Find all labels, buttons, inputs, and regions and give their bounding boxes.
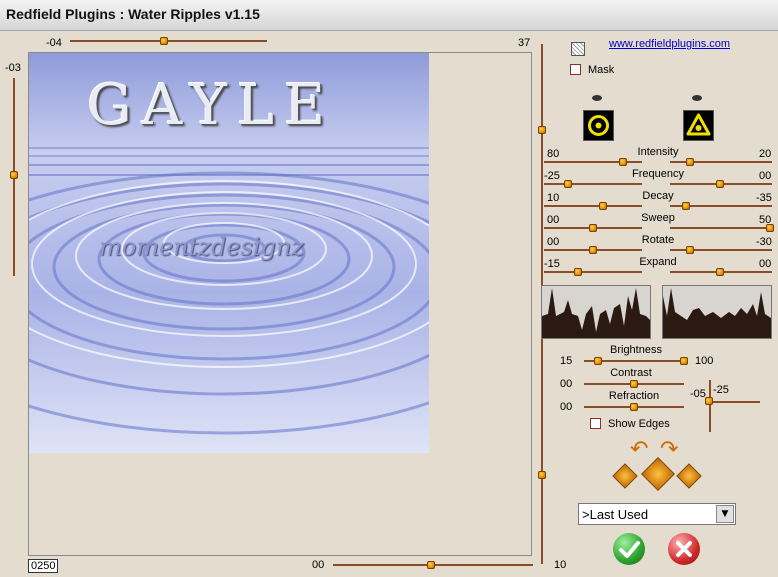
- refraction-knob[interactable]: [630, 403, 638, 411]
- param-left-slider[interactable]: [544, 205, 642, 207]
- redo-icon[interactable]: ↷: [660, 439, 678, 461]
- eye-icon[interactable]: [692, 95, 702, 101]
- preset-selected-value: >Last Used: [582, 507, 649, 522]
- param-left-slider[interactable]: [544, 183, 642, 185]
- light-y-track[interactable]: [709, 380, 711, 432]
- right-vertical-slider-knob-upper[interactable]: [538, 126, 546, 134]
- triangle-ripple-icon: [686, 113, 711, 136]
- param-right-knob[interactable]: [716, 180, 724, 188]
- waveform-preview-left: [541, 285, 651, 339]
- preview-watermark: momentzdesignz: [99, 233, 304, 261]
- left-slider-knob[interactable]: [10, 171, 18, 179]
- param-name-decay: Decay: [642, 190, 674, 202]
- param-left-slider[interactable]: [544, 161, 642, 163]
- contrast-value: 00: [560, 378, 573, 390]
- param-name-intensity: Intensity: [637, 146, 679, 158]
- parameter-list: Intensity 80 20 Frequency -25 00 Decay 1…: [540, 146, 776, 276]
- param-left-value: -25: [544, 170, 560, 182]
- contrast-knob[interactable]: [630, 380, 638, 388]
- param-left-value: 00: [547, 236, 560, 248]
- website-link[interactable]: www.redfieldplugins.com: [609, 38, 730, 50]
- light-x-value: -05: [690, 388, 706, 400]
- random-small-right-icon[interactable]: [676, 463, 702, 489]
- brightness-knob-low[interactable]: [594, 357, 602, 365]
- right-vertical-slider-knob-lower[interactable]: [538, 471, 546, 479]
- close-icon: [676, 541, 692, 557]
- param-right-knob[interactable]: [686, 246, 694, 254]
- param-left-knob[interactable]: [599, 202, 607, 210]
- param-left-knob[interactable]: [619, 158, 627, 166]
- param-left-value: 10: [547, 192, 560, 204]
- randomize-icon[interactable]: [641, 457, 675, 491]
- circle-ripple-button[interactable]: [583, 110, 614, 141]
- param-right-knob[interactable]: [682, 202, 690, 210]
- waveform-right-graphic: [663, 288, 771, 338]
- param-right-knob[interactable]: [716, 268, 724, 276]
- param-right-value: 20: [759, 148, 772, 160]
- light-position-knob[interactable]: [705, 397, 713, 405]
- mask-checkbox[interactable]: [570, 64, 581, 75]
- param-left-value: 80: [547, 148, 560, 160]
- eye-icon[interactable]: [592, 95, 602, 101]
- right-vertical-slider-value: 10: [554, 559, 567, 571]
- refraction-label: Refraction: [608, 390, 660, 402]
- param-right-slider[interactable]: [670, 227, 772, 229]
- chevron-down-icon[interactable]: ▼: [716, 505, 734, 523]
- brightness-max-value: 100: [695, 355, 714, 367]
- top-slider-max-label: 37: [518, 37, 531, 49]
- brightness-knob-high[interactable]: [680, 357, 688, 365]
- param-right-value: -35: [756, 192, 772, 204]
- param-name-sweep: Sweep: [641, 212, 675, 224]
- contrast-label: Contrast: [610, 367, 652, 379]
- param-right-value: 00: [759, 170, 772, 182]
- param-left-knob[interactable]: [589, 224, 597, 232]
- preview-title-text: GAYLE: [87, 73, 335, 138]
- zoom-readout[interactable]: 0250: [28, 559, 59, 573]
- preview-frame[interactable]: GAYLE momentzdesignz: [28, 52, 532, 556]
- param-name-rotate: Rotate: [641, 234, 675, 246]
- random-small-left-icon[interactable]: [612, 463, 638, 489]
- show-edges-label: Show Edges: [608, 418, 670, 430]
- left-slider-value: -03: [5, 62, 21, 74]
- top-slider-track[interactable]: [70, 40, 267, 42]
- param-name-expand: Expand: [639, 256, 677, 268]
- param-right-knob[interactable]: [686, 158, 694, 166]
- param-left-value: 00: [547, 214, 560, 226]
- param-left-knob[interactable]: [564, 180, 572, 188]
- param-left-value: -15: [544, 258, 560, 270]
- light-y-value: -25: [713, 384, 729, 396]
- checkmark-icon: [619, 541, 640, 558]
- param-right-value: 00: [759, 258, 772, 270]
- title-bar: Redfield Plugins : Water Ripples v1.15: [0, 0, 778, 31]
- circle-ripple-icon: [588, 115, 609, 136]
- triangle-ripple-button[interactable]: [683, 110, 714, 141]
- preset-select[interactable]: >Last Used ▼: [578, 503, 736, 525]
- cancel-button[interactable]: [668, 533, 700, 565]
- top-slider-min-label: -04: [46, 37, 62, 49]
- brightness-label: Brightness: [610, 344, 662, 356]
- ok-button[interactable]: [613, 533, 645, 565]
- param-right-value: -30: [756, 236, 772, 248]
- bottom-slider-value: 00: [312, 559, 325, 571]
- random-seed-icon[interactable]: [571, 42, 585, 56]
- window-title: Redfield Plugins : Water Ripples v1.15: [6, 6, 260, 22]
- param-name-frequency: Frequency: [632, 168, 684, 180]
- show-edges-checkbox[interactable]: [590, 418, 601, 429]
- mask-label: Mask: [588, 64, 615, 76]
- param-right-knob[interactable]: [766, 224, 774, 232]
- refraction-value: 00: [560, 401, 573, 413]
- brightness-min-value: 15: [560, 355, 573, 367]
- bottom-slider-knob[interactable]: [427, 561, 435, 569]
- param-left-knob[interactable]: [589, 246, 597, 254]
- top-slider-knob[interactable]: [160, 37, 168, 45]
- param-left-knob[interactable]: [574, 268, 582, 276]
- waveform-left-graphic: [542, 288, 650, 338]
- waveform-preview-right: [662, 285, 772, 339]
- param-left-slider[interactable]: [544, 271, 642, 273]
- undo-icon[interactable]: ↶: [630, 439, 648, 461]
- light-x-track[interactable]: [706, 401, 760, 403]
